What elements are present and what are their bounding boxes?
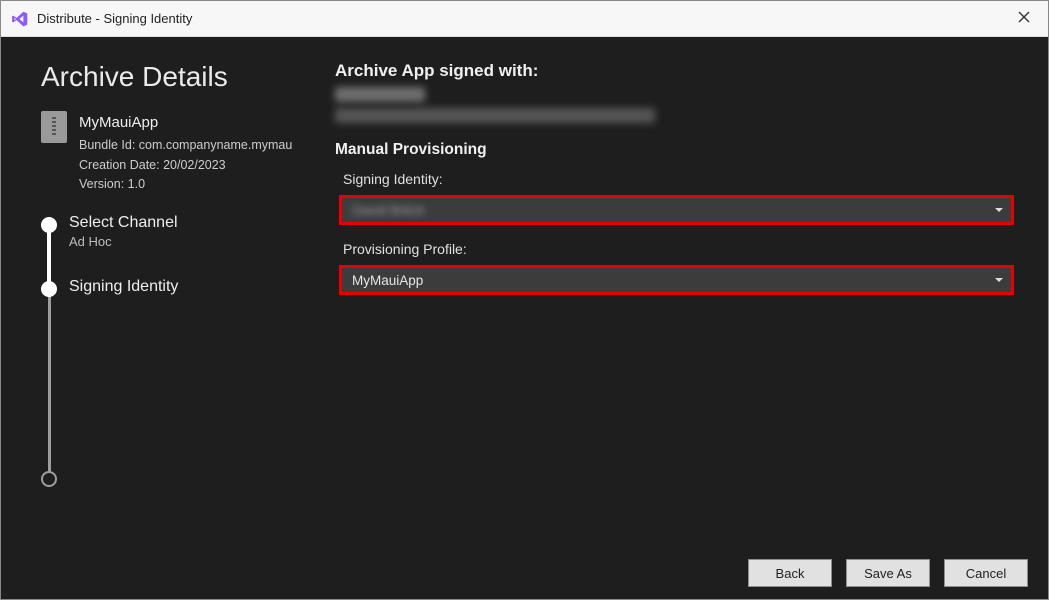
save-as-button[interactable]: Save As — [846, 559, 930, 587]
signing-identity-value: David Britch — [352, 203, 425, 218]
wizard-steps: Select Channel Ad Hoc Signing Identity — [41, 214, 323, 488]
close-icon — [1018, 11, 1030, 23]
close-button[interactable] — [1010, 8, 1038, 30]
archive-app-summary: MyMauiApp Bundle Id: com.companyname.mym… — [41, 111, 323, 194]
signed-with-redacted — [335, 87, 1014, 123]
step-signing-identity[interactable]: Signing Identity — [41, 278, 323, 468]
back-button[interactable]: Back — [748, 559, 832, 587]
dialog-body: Archive Details MyMauiApp Bundle Id: com… — [1, 37, 1048, 599]
left-panel: Archive Details MyMauiApp Bundle Id: com… — [41, 61, 323, 547]
archive-app-name: MyMauiApp — [79, 111, 292, 134]
signing-identity-label: Signing Identity: — [343, 171, 1014, 187]
manual-provisioning-heading: Manual Provisioning — [335, 141, 1014, 159]
right-panel: Archive App signed with: Manual Provisio… — [323, 61, 1014, 547]
step-title: Select Channel — [69, 214, 178, 232]
step-node-icon — [41, 281, 57, 297]
provisioning-profile-dropdown[interactable]: MyMauiApp — [339, 265, 1014, 295]
cancel-button[interactable]: Cancel — [944, 559, 1028, 587]
archive-version: Version: 1.0 — [79, 175, 292, 194]
archive-details-heading: Archive Details — [41, 61, 323, 93]
provisioning-profile-value: MyMauiApp — [352, 273, 423, 288]
step-title: Signing Identity — [69, 278, 178, 296]
step-subtitle: Ad Hoc — [69, 234, 178, 249]
step-node-icon — [41, 471, 57, 487]
dialog-footer: Back Save As Cancel — [1, 547, 1048, 599]
step-node-icon — [41, 217, 57, 233]
signing-identity-dropdown[interactable]: David Britch — [339, 195, 1014, 225]
chevron-down-icon — [995, 278, 1003, 282]
window-title: Distribute - Signing Identity — [37, 11, 1010, 26]
step-final — [41, 468, 323, 488]
titlebar: Distribute - Signing Identity — [1, 1, 1048, 37]
step-select-channel[interactable]: Select Channel Ad Hoc — [41, 214, 323, 278]
visual-studio-icon — [11, 10, 29, 28]
chevron-down-icon — [995, 208, 1003, 212]
archive-zip-icon — [41, 111, 67, 143]
archive-bundle-id: Bundle Id: com.companyname.mymau — [79, 136, 292, 155]
archive-creation-date: Creation Date: 20/02/2023 — [79, 156, 292, 175]
distribute-dialog: Distribute - Signing Identity Archive De… — [0, 0, 1049, 600]
provisioning-profile-label: Provisioning Profile: — [343, 241, 1014, 257]
signed-with-heading: Archive App signed with: — [335, 61, 1014, 81]
